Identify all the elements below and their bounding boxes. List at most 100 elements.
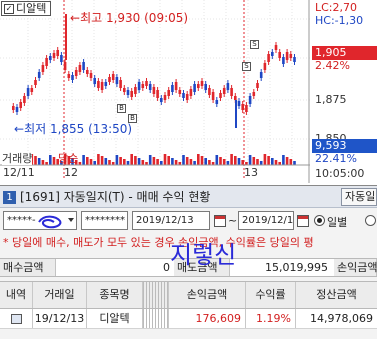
stock-selector[interactable]: ✓ 디알텍 bbox=[1, 1, 52, 16]
candle-body bbox=[111, 74, 115, 80]
buy-amount-value: 0 bbox=[163, 261, 170, 274]
candle-body bbox=[234, 96, 237, 100]
candle-body bbox=[23, 96, 26, 103]
volume-bar bbox=[237, 158, 241, 165]
candle-body bbox=[211, 92, 215, 100]
volume-label: 거래량 bbox=[2, 152, 33, 165]
volume-bar bbox=[37, 158, 41, 165]
candle-body bbox=[123, 88, 126, 92]
profit-amount-cell: 176,609 bbox=[169, 309, 246, 328]
volume-bar bbox=[185, 157, 189, 165]
price-chart[interactable]: ✓ 디알텍 ←최고 1,930 (09:05) ←최저 1,855 (13:50… bbox=[0, 0, 377, 183]
window-title-bar[interactable]: 1 [1691] 자동일지(T) - 매매 수익 현황 자동일 bbox=[0, 186, 377, 208]
current-change-pct: 2.42% bbox=[315, 59, 350, 72]
candle-body bbox=[256, 83, 259, 88]
calendar-icon[interactable] bbox=[297, 215, 309, 227]
sell-signal-marker[interactable]: S bbox=[250, 40, 259, 49]
notice-text: * 당일에 매수, 매도가 모두 있는 경우 손익금액, 수익률은 당일의 평 bbox=[3, 236, 314, 249]
volume-bar bbox=[134, 156, 137, 165]
candle-body bbox=[115, 77, 119, 84]
volume-bar bbox=[108, 160, 111, 165]
buy-signal-marker[interactable]: B bbox=[128, 114, 137, 123]
volume-bar bbox=[141, 160, 145, 165]
candle-body bbox=[134, 87, 137, 94]
candle-body bbox=[97, 81, 100, 88]
arrow-left-icon: ← bbox=[70, 11, 81, 25]
candle-body bbox=[141, 84, 145, 88]
hc-label: HC:-1,30 bbox=[315, 14, 364, 27]
candle-body bbox=[37, 72, 41, 78]
volume-bar bbox=[104, 158, 108, 165]
candle-body bbox=[237, 101, 241, 106]
col-header[interactable]: 손익금액 bbox=[169, 282, 246, 308]
volume-bar bbox=[156, 159, 159, 165]
volume-bar bbox=[234, 156, 237, 165]
return-rate-cell: 1.19% bbox=[246, 309, 296, 328]
col-header[interactable]: 수익률 bbox=[246, 282, 296, 308]
volume-bar bbox=[49, 155, 52, 165]
candle-body bbox=[241, 104, 244, 110]
volume-bar bbox=[100, 156, 104, 165]
time-label: 10:05:00 bbox=[315, 167, 365, 180]
candle-body bbox=[200, 81, 204, 86]
candle-body bbox=[278, 52, 281, 58]
sell-signal-marker[interactable]: S bbox=[242, 62, 251, 71]
candle-body bbox=[215, 100, 219, 104]
buy-signal-marker[interactable]: B bbox=[117, 104, 126, 113]
candle-body bbox=[182, 93, 185, 98]
candle-body bbox=[248, 96, 252, 104]
low-annotation: ←최저 1,855 (13:50) bbox=[14, 122, 133, 136]
candle-body bbox=[148, 84, 152, 90]
col-header[interactable]: 종목명 bbox=[87, 282, 143, 308]
volume-bar bbox=[82, 155, 85, 165]
date-from-input[interactable]: 2019/12/13 bbox=[132, 211, 210, 230]
volume-bar bbox=[274, 160, 278, 165]
candle-body bbox=[185, 94, 189, 100]
col-header[interactable]: 거래일 bbox=[33, 282, 87, 308]
volume-bar bbox=[219, 157, 222, 165]
volume-bar bbox=[86, 157, 89, 165]
volume-bar bbox=[200, 156, 204, 165]
lc-label: LC:2,70 bbox=[315, 1, 358, 14]
candle-body bbox=[171, 85, 174, 92]
candle-body bbox=[274, 45, 278, 50]
candle-body bbox=[152, 87, 156, 94]
stock-name-cell: 디알텍 bbox=[87, 309, 143, 328]
candle-body bbox=[45, 58, 48, 66]
volume-bar bbox=[252, 157, 256, 165]
candle-body bbox=[193, 84, 196, 92]
candle-body bbox=[119, 80, 122, 88]
volume-bar bbox=[163, 154, 167, 165]
detail-icon[interactable] bbox=[0, 309, 33, 328]
candle-body bbox=[41, 65, 45, 72]
volume-bar bbox=[204, 158, 207, 165]
price-axis: LC:2,70 HC:-1,30 1,905 2.42% 1,875 1,850… bbox=[310, 0, 377, 183]
table-row[interactable]: 19/12/13 디알텍 176,609 1.19% 14,978,069 bbox=[0, 309, 377, 329]
auto-journal-button[interactable]: 자동일 bbox=[341, 188, 377, 206]
candle-body bbox=[230, 88, 233, 96]
volume-bar bbox=[263, 154, 267, 165]
price-tick-label: 1,875 bbox=[315, 93, 347, 106]
candle-body bbox=[197, 84, 200, 88]
col-header[interactable]: 내역 bbox=[0, 282, 33, 308]
candle-body bbox=[67, 74, 71, 78]
calendar-icon[interactable] bbox=[214, 215, 226, 227]
trade-journal-panel: 1 [1691] 자동일지(T) - 매매 수익 현황 자동일 *****- *… bbox=[0, 185, 377, 339]
date-to-input[interactable]: 2019/12/13 bbox=[238, 211, 294, 230]
volume-bar bbox=[282, 155, 285, 165]
candle-body bbox=[252, 92, 256, 96]
period-radio[interactable] bbox=[365, 215, 376, 226]
daily-radio[interactable] bbox=[314, 215, 325, 226]
candle-body bbox=[204, 84, 207, 90]
candle-body bbox=[145, 81, 148, 86]
candle-body bbox=[137, 82, 141, 90]
volume-bar bbox=[271, 158, 274, 165]
candle-body bbox=[178, 90, 182, 94]
volume-bar bbox=[267, 156, 270, 165]
volume-bar bbox=[215, 155, 219, 165]
volume-bar bbox=[167, 156, 170, 165]
password-field[interactable]: ******** bbox=[81, 211, 128, 230]
volume-bar bbox=[126, 161, 130, 165]
col-header-narrow bbox=[143, 282, 169, 308]
col-header[interactable]: 정산금액 bbox=[296, 282, 377, 308]
